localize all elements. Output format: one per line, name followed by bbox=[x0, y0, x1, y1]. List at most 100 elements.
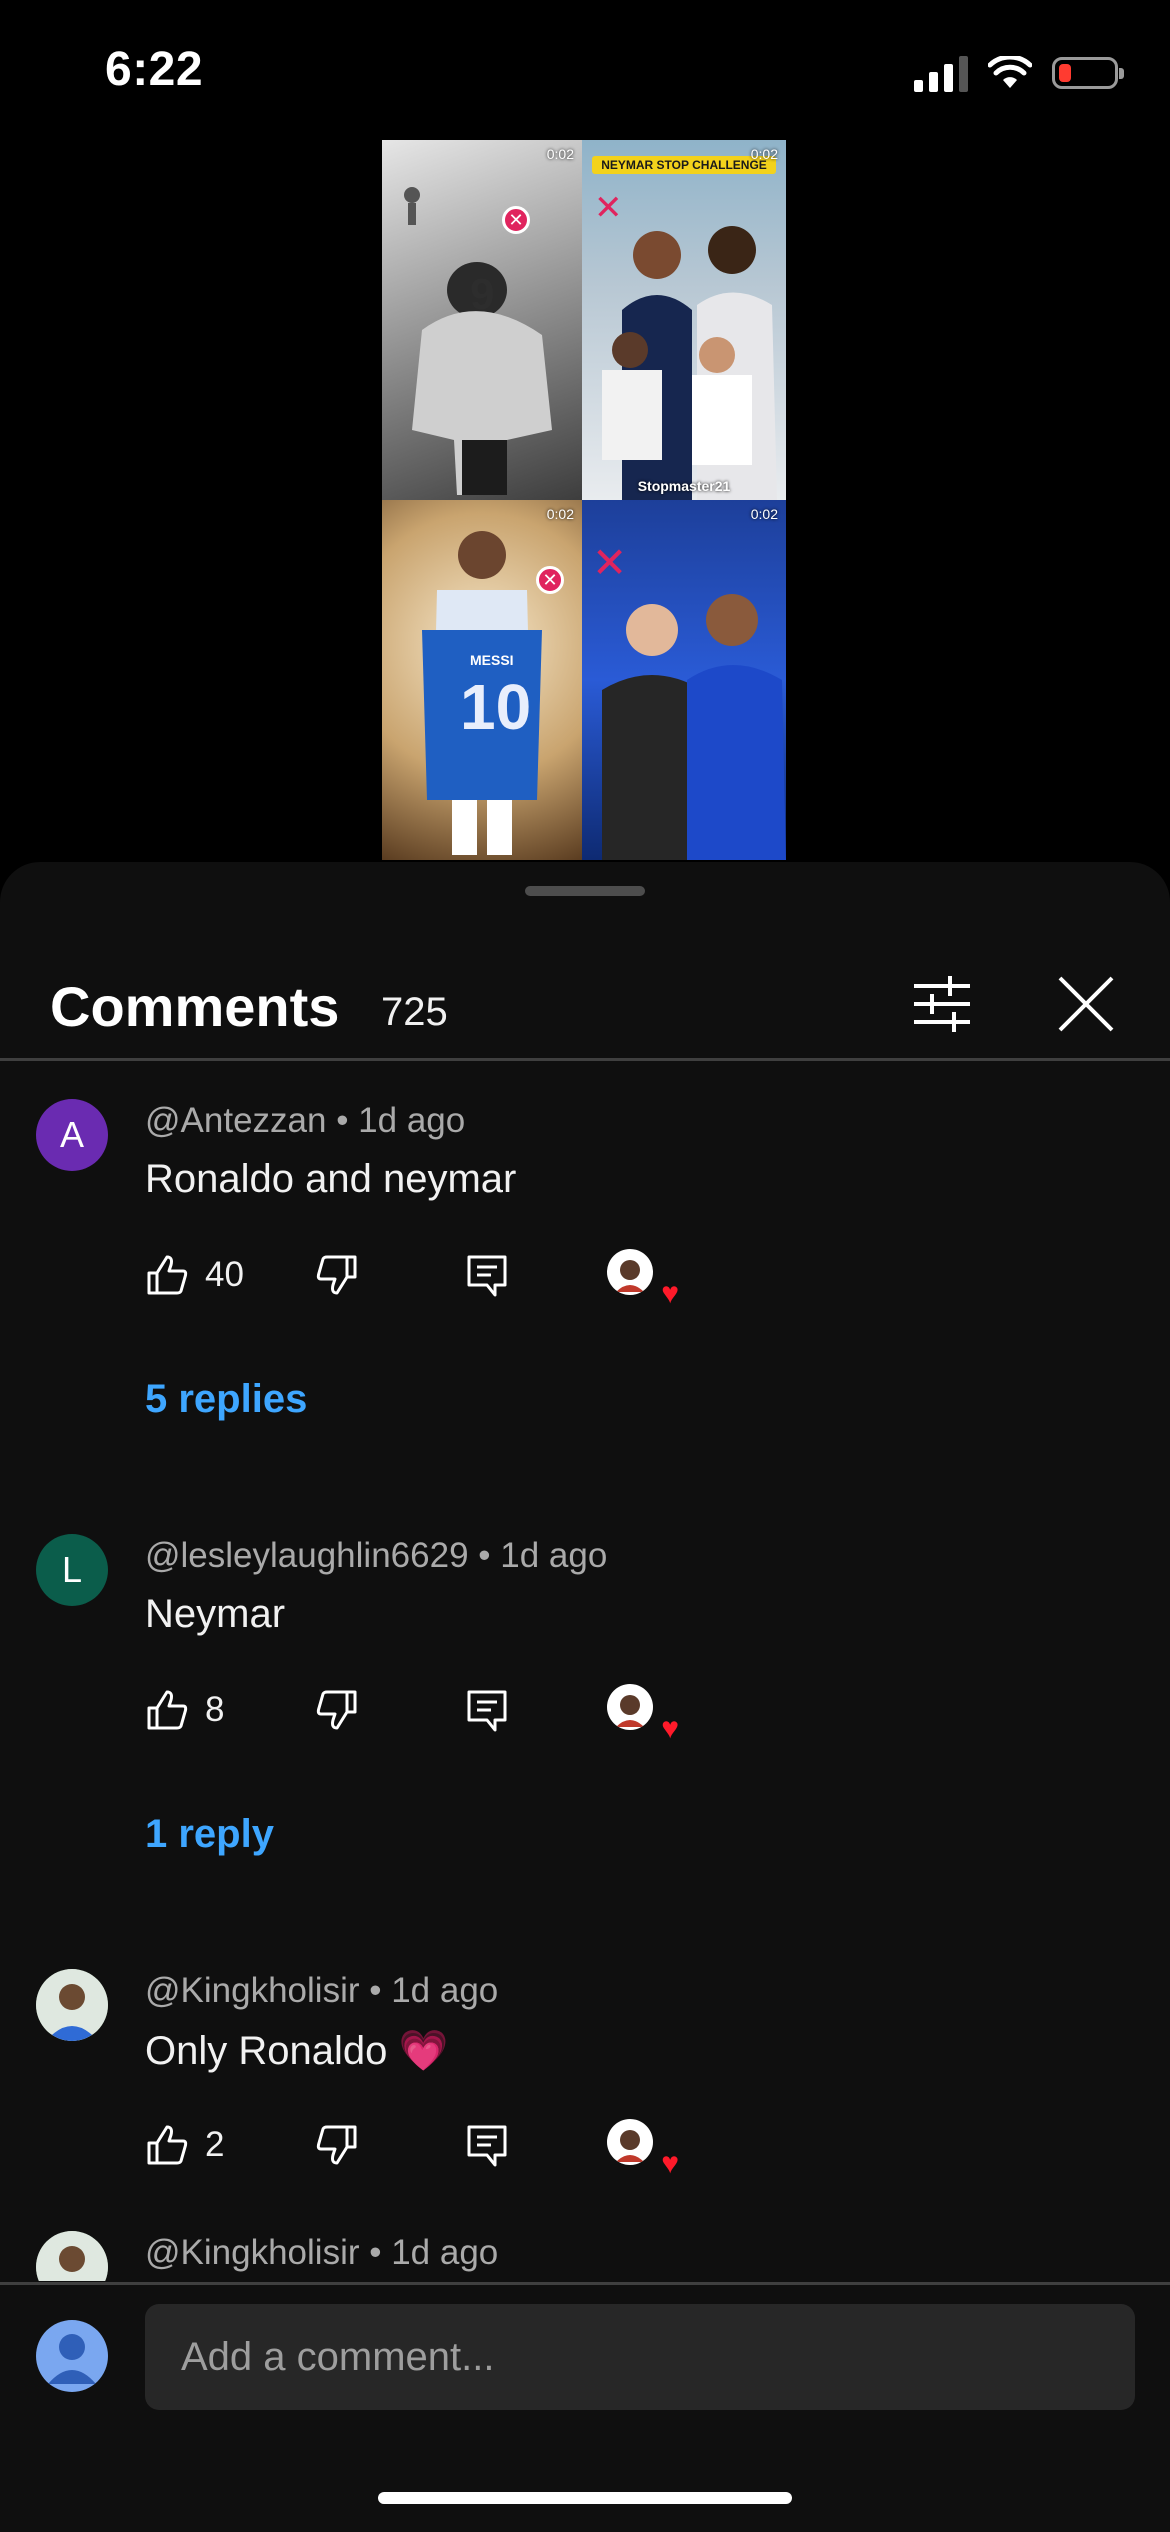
user-silhouette-icon bbox=[48, 2334, 96, 2384]
avatar[interactable]: L bbox=[36, 1534, 108, 1606]
creator-heart: ♥ bbox=[607, 1249, 679, 1309]
close-icon bbox=[1058, 976, 1114, 1032]
heart-icon: ♥ bbox=[661, 1277, 679, 1310]
dislike-button[interactable] bbox=[315, 1245, 359, 1305]
comment-actions: 40 ♥ bbox=[145, 1245, 745, 1309]
video-player[interactable]: 9 ✕ 0:02 NEYMAR STOP CHALLENGE ✕ 0:02 St… bbox=[382, 140, 786, 860]
jersey-number: 9 bbox=[470, 270, 495, 319]
screen: 6:22 9 ✕ 0:02 NEYMAR STOP CHALLENGE ✕ 0:… bbox=[0, 0, 1170, 2532]
comment-thread: A @Antezzan • 1d ago Ronaldo and neymar … bbox=[0, 1099, 1170, 1499]
tile-caption: Stopmaster21 bbox=[637, 478, 731, 494]
tile-duration: 0:02 bbox=[546, 146, 574, 162]
comment-time: 1d ago bbox=[500, 1536, 608, 1575]
player-figure-image bbox=[404, 187, 552, 495]
like-button[interactable]: 40 bbox=[145, 1245, 244, 1305]
jersey-name: MESSI bbox=[470, 652, 514, 668]
comment-author[interactable]: @lesleylaughlin6629 bbox=[145, 1536, 469, 1575]
tile-duration: 0:02 bbox=[750, 146, 778, 162]
comment-actions: 2 ♥ bbox=[145, 2115, 745, 2179]
comments-header: Comments 725 bbox=[0, 942, 1170, 1062]
avatar[interactable]: A bbox=[36, 1099, 108, 1171]
comment-author[interactable]: @Kingkholisir bbox=[145, 1971, 360, 2010]
comments-count: 725 bbox=[381, 990, 448, 1034]
creator-face-icon bbox=[616, 1260, 644, 1292]
video-tile-3: MESSI 10 ✕ 0:02 bbox=[382, 500, 582, 860]
comment-thread: @Kingkholisir • 1d ago bbox=[0, 2231, 1170, 2281]
avatar[interactable] bbox=[36, 1969, 108, 2041]
comment-meta: @Antezzan • 1d ago bbox=[145, 1101, 466, 1140]
tile-duration: 0:02 bbox=[546, 506, 574, 522]
video-tile-2: NEYMAR STOP CHALLENGE ✕ 0:02 Stopmaster2… bbox=[582, 140, 786, 500]
sort-filter-button[interactable] bbox=[910, 972, 974, 1036]
sliders-icon bbox=[914, 976, 970, 1032]
thumbs-down-icon bbox=[316, 1690, 357, 1730]
home-indicator[interactable] bbox=[378, 2492, 792, 2504]
reply-button[interactable] bbox=[465, 1680, 509, 1740]
wrong-mark-icon: ✕ bbox=[502, 206, 530, 234]
comment-author[interactable]: @Antezzan bbox=[145, 1101, 326, 1140]
comment-meta: @Kingkholisir • 1d ago bbox=[145, 1971, 499, 2010]
comment-thread: L @lesleylaughlin6629 • 1d ago Neymar 8 bbox=[0, 1534, 1170, 1934]
like-count: 40 bbox=[205, 1255, 244, 1294]
creator-heart: ♥ bbox=[607, 1684, 679, 1744]
creator-avatar bbox=[607, 2119, 653, 2165]
reply-comment-icon bbox=[467, 1690, 507, 1732]
status-time: 6:22 bbox=[105, 43, 204, 96]
comment-time: 1d ago bbox=[391, 2233, 499, 2272]
reply-button[interactable] bbox=[465, 1245, 509, 1305]
comment-thread: @Kingkholisir • 1d ago Only Ronaldo 💗 2 bbox=[0, 1969, 1170, 2229]
comment-time: 1d ago bbox=[391, 1971, 499, 2010]
like-button[interactable]: 8 bbox=[145, 1680, 224, 1740]
comment-text: Neymar bbox=[145, 1592, 286, 1636]
wrong-mark-icon: ✕ bbox=[536, 566, 564, 594]
battery-icon bbox=[1052, 57, 1124, 89]
thumbs-up-icon bbox=[147, 2125, 188, 2165]
avatar[interactable] bbox=[36, 2231, 108, 2281]
creator-face-icon bbox=[616, 1695, 644, 1727]
heart-icon: ♥ bbox=[661, 1712, 679, 1745]
status-icons bbox=[914, 50, 1124, 96]
jersey-number: 10 bbox=[460, 671, 532, 743]
tile-duration: 0:02 bbox=[750, 506, 778, 522]
cellular-signal-icon bbox=[914, 54, 968, 92]
comment-meta: @lesleylaughlin6629 • 1d ago bbox=[145, 1536, 608, 1575]
battery-level bbox=[1059, 64, 1071, 82]
like-count: 8 bbox=[205, 1690, 225, 1729]
replies-button[interactable]: 1 reply bbox=[145, 1812, 274, 1857]
reply-comment-icon bbox=[467, 2125, 507, 2167]
comments-title: Comments bbox=[50, 975, 340, 1038]
like-count: 2 bbox=[205, 2125, 225, 2164]
dislike-button[interactable] bbox=[315, 1680, 359, 1740]
wrong-mark-icon: ✕ bbox=[592, 539, 628, 586]
divider bbox=[0, 2282, 1170, 2285]
wrong-mark-icon: ✕ bbox=[594, 189, 623, 227]
dislike-button[interactable] bbox=[315, 2115, 359, 2175]
user-photo-icon bbox=[36, 1969, 108, 2041]
comment-text: Ronaldo and neymar bbox=[145, 1157, 517, 1201]
creator-heart: ♥ bbox=[607, 2119, 679, 2179]
thumbs-up-icon bbox=[147, 1255, 188, 1295]
creator-avatar bbox=[607, 1249, 653, 1295]
reply-button[interactable] bbox=[465, 2115, 509, 2175]
user-photo-icon bbox=[36, 2231, 108, 2281]
drag-handle[interactable] bbox=[525, 886, 645, 896]
wifi-icon bbox=[988, 56, 1032, 88]
reply-comment-icon bbox=[467, 1255, 507, 1297]
creator-avatar bbox=[607, 1684, 653, 1730]
like-button[interactable]: 2 bbox=[145, 2115, 224, 2175]
comment-time: 1d ago bbox=[358, 1101, 466, 1140]
current-user-avatar[interactable] bbox=[36, 2320, 108, 2392]
thumbs-down-icon bbox=[316, 2125, 357, 2165]
comments-list[interactable]: A @Antezzan • 1d ago Ronaldo and neymar … bbox=[0, 1061, 1170, 2281]
replies-button[interactable]: 5 replies bbox=[145, 1377, 307, 1422]
heart-icon: ♥ bbox=[661, 2147, 679, 2180]
video-tile-4: ✕ 0:02 bbox=[582, 500, 786, 860]
creator-face-icon bbox=[616, 2130, 644, 2162]
add-comment-input[interactable]: Add a comment... bbox=[145, 2304, 1135, 2410]
comments-sheet: Comments 725 A @Antezzan • 1d ago Ronald… bbox=[0, 862, 1170, 2532]
close-button[interactable] bbox=[1054, 972, 1118, 1036]
video-tile-1: 9 ✕ 0:02 bbox=[382, 140, 582, 500]
comment-meta: @Kingkholisir • 1d ago bbox=[145, 2233, 499, 2272]
comment-text: Only Ronaldo 💗 bbox=[145, 2029, 449, 2073]
comment-author[interactable]: @Kingkholisir bbox=[145, 2233, 360, 2272]
